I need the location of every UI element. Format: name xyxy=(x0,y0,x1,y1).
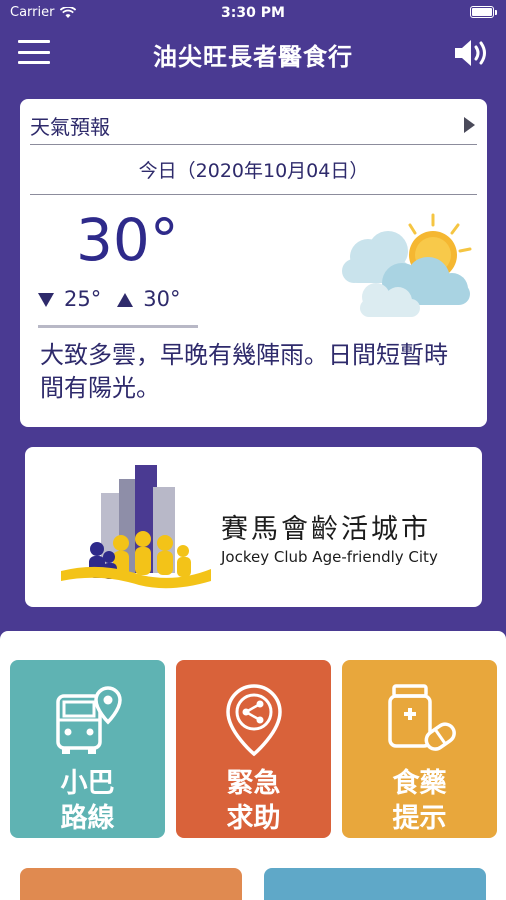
chevron-right-icon xyxy=(464,117,475,133)
feature-tile-4[interactable] xyxy=(20,868,242,900)
weather-forecast-header[interactable]: 天氣預報 xyxy=(30,105,477,145)
low-temperature-group: 25° xyxy=(38,287,101,311)
app-title: 油尖旺長者醫食行 xyxy=(153,43,353,71)
high-temperature: 30° xyxy=(143,287,181,311)
status-bar: Carrier 3:30 PM xyxy=(0,0,506,28)
minibus-location-icon xyxy=(56,686,122,754)
share-location-icon xyxy=(226,684,282,757)
cloudy-sun-icon xyxy=(342,213,472,317)
weather-date: 今日（2020年10月04日） xyxy=(30,147,477,195)
jockey-club-banner[interactable]: 賽馬會齡活城市 Jockey Club Age-friendly City xyxy=(25,447,482,607)
banner-title-en: Jockey Club Age-friendly City xyxy=(221,548,438,566)
minibus-route-button[interactable]: 小巴 路線 xyxy=(10,660,165,838)
medicine-reminder-label: 食藥 提示 xyxy=(392,768,447,834)
minibus-route-label: 小巴 路線 xyxy=(60,768,115,834)
status-time: 3:30 PM xyxy=(221,5,285,21)
nav-bar: 油尖旺長者醫食行 xyxy=(0,28,506,78)
feature-panel: 小巴 路線 緊急 求助 食藥 提示 xyxy=(0,631,506,900)
jockey-club-age-friendly-logo xyxy=(61,465,211,589)
temperature-range: 25° 30° xyxy=(38,287,180,311)
emergency-help-label: 緊急 求助 xyxy=(226,768,281,834)
arrow-down-icon xyxy=(38,293,54,307)
battery-icon xyxy=(470,6,497,18)
feature-tile-5[interactable] xyxy=(264,868,486,900)
medicine-icon xyxy=(388,684,456,751)
arrow-up-icon xyxy=(117,293,134,307)
current-temperature: 30° xyxy=(76,206,179,274)
weather-card: 天氣預報 今日（2020年10月04日） 30° 25° 30° 大致多雲，早晚… xyxy=(20,99,487,427)
weather-forecast-title: 天氣預報 xyxy=(30,115,110,139)
speaker-icon[interactable] xyxy=(452,36,492,70)
low-temperature: 25° xyxy=(64,287,102,311)
banner-title-zh: 賽馬會齡活城市 xyxy=(221,514,431,545)
medicine-reminder-button[interactable]: 食藥 提示 xyxy=(342,660,497,838)
emergency-help-button[interactable]: 緊急 求助 xyxy=(176,660,331,838)
high-temperature-group: 30° xyxy=(117,287,180,311)
divider xyxy=(38,325,198,328)
weather-description: 大致多雲，早晚有幾陣雨。日間短暫時間有陽光。 xyxy=(40,341,448,402)
